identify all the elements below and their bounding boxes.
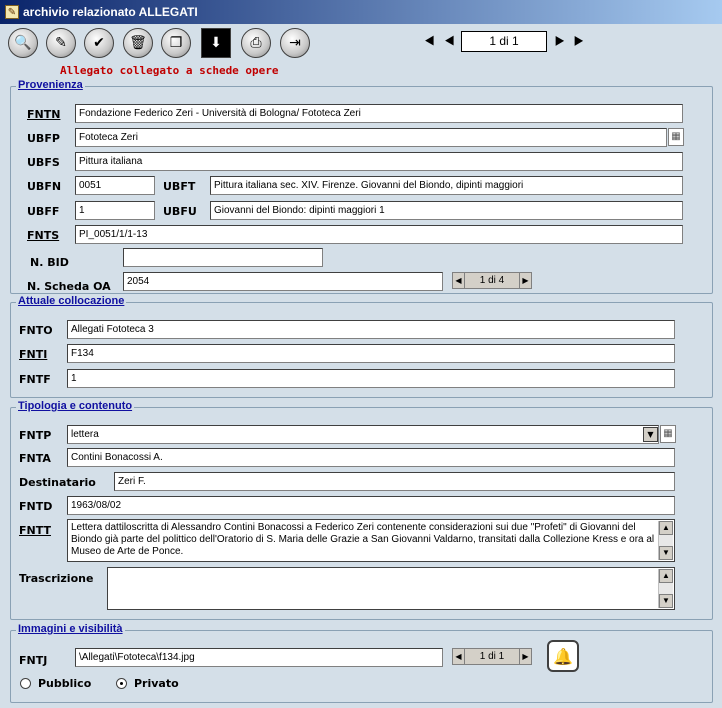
- image-viewer-button[interactable]: 🔔: [547, 640, 579, 672]
- pubblico-label: Pubblico: [38, 677, 92, 690]
- download-icon: ⬇: [210, 35, 222, 51]
- search-icon: 🔍: [14, 35, 32, 51]
- pencil-icon: ✎: [5, 5, 19, 19]
- fntp-select[interactable]: lettera: [67, 425, 659, 444]
- ubfu-field[interactable]: Giovanni del Biondo: dipinti maggiori 1: [210, 201, 683, 220]
- nbid-field[interactable]: [123, 248, 323, 267]
- trascrizione-scrollbar[interactable]: ▲ ▼: [658, 569, 673, 608]
- fntn-label[interactable]: FNTN: [27, 108, 60, 121]
- fnti-field[interactable]: F134: [67, 344, 675, 363]
- fntt-text: Lettera dattiloscritta di Alessandro Con…: [71, 522, 655, 557]
- pager-prev-icon[interactable]: ◀: [453, 649, 465, 664]
- chevron-down-icon[interactable]: ▼: [643, 427, 658, 442]
- fntn-field[interactable]: Fondazione Federico Zeri - Università di…: [75, 104, 683, 123]
- nscheda-field[interactable]: 2054: [123, 272, 443, 291]
- ubff-field[interactable]: 1: [75, 201, 155, 220]
- scroll-up-icon[interactable]: ▲: [659, 569, 673, 583]
- nbid-label: N. BID: [30, 256, 69, 269]
- immagini-title: Immagini e visibilità: [16, 623, 125, 635]
- ubfn-field[interactable]: 0051: [75, 176, 155, 195]
- scroll-up-icon[interactable]: ▲: [659, 521, 673, 535]
- ubfp-field[interactable]: Fototeca Zeri: [75, 128, 667, 147]
- destinatario-label: Destinatario: [19, 476, 96, 489]
- edit-icon: ✎: [55, 35, 67, 51]
- privato-label: Privato: [134, 677, 179, 690]
- fnto-field[interactable]: Allegati Fototeca 3: [67, 320, 675, 339]
- prev-record-button[interactable]: ⯇: [440, 32, 460, 52]
- ubfs-label: UBFS: [27, 156, 60, 169]
- fnta-field[interactable]: Contini Bonacossi A.: [67, 448, 675, 467]
- ubfn-label: UBFN: [27, 180, 62, 193]
- delete-icon: 🗑: [129, 35, 147, 51]
- search-button[interactable]: 🔍: [8, 28, 38, 58]
- last-record-button[interactable]: ⯈: [568, 32, 588, 52]
- ubft-field[interactable]: Pittura italiana sec. XIV. Firenze. Giov…: [210, 176, 683, 195]
- privato-radio[interactable]: [116, 678, 127, 689]
- window-title: archivio relazionato ALLEGATI: [23, 5, 198, 19]
- fntt-textarea[interactable]: Lettera dattiloscritta di Alessandro Con…: [67, 519, 675, 562]
- toolbar: 🔍 ✎ ✔ 🗑 ❐ ⬇ ⎙ ⇥ ⯇ ⯇ ⯈ ⯈: [0, 24, 722, 64]
- exit-button[interactable]: ⇥: [280, 28, 310, 58]
- fntp-label: FNTP: [19, 429, 52, 442]
- fntp-lookup-icon[interactable]: ▦: [660, 425, 676, 443]
- approve-icon: ✔: [93, 35, 105, 51]
- ubfp-label: UBFP: [27, 132, 60, 145]
- copy-button[interactable]: ❐: [161, 28, 191, 58]
- pubblico-radio[interactable]: [20, 678, 31, 689]
- edit-button[interactable]: ✎: [46, 28, 76, 58]
- download-button[interactable]: ⬇: [201, 28, 231, 58]
- bell-icon: 🔔: [553, 646, 573, 666]
- exit-icon: ⇥: [289, 35, 301, 51]
- subtitle: Allegato collegato a schede opere: [60, 64, 279, 77]
- pager-next-icon[interactable]: ▶: [519, 649, 531, 664]
- tipologia-title: Tipologia e contenuto: [16, 400, 135, 412]
- fnto-label: FNTO: [19, 324, 53, 337]
- ubfs-field[interactable]: Pittura italiana: [75, 152, 683, 171]
- print-icon: ⎙: [250, 35, 262, 51]
- title-bar: ✎ archivio relazionato ALLEGATI: [0, 0, 722, 24]
- fntj-pager-value: 1 di 1: [479, 651, 505, 662]
- approve-button[interactable]: ✔: [84, 28, 114, 58]
- fnti-label[interactable]: FNTI: [19, 348, 47, 361]
- ubfu-label: UBFU: [163, 205, 197, 218]
- record-counter: 1 di 1: [461, 31, 547, 52]
- provenienza-title: Provenienza: [16, 79, 85, 91]
- fntd-field[interactable]: 1963/08/02: [67, 496, 675, 515]
- nscheda-label: N. Scheda OA: [27, 280, 111, 293]
- delete-button[interactable]: 🗑: [123, 28, 153, 58]
- fntj-pager: ◀ 1 di 1 ▶: [452, 648, 532, 665]
- fnts-field[interactable]: PI_0051/1/1-13: [75, 225, 683, 244]
- fntt-scrollbar[interactable]: ▲ ▼: [658, 521, 673, 560]
- destinatario-field[interactable]: Zeri F.: [114, 472, 675, 491]
- fntj-field[interactable]: \Allegati\Fototeca\f134.jpg: [75, 648, 443, 667]
- trascrizione-label: Trascrizione: [19, 572, 94, 585]
- trascrizione-textarea[interactable]: ▲ ▼: [107, 567, 675, 610]
- fntt-label[interactable]: FNTT: [19, 524, 51, 537]
- pager-prev-icon[interactable]: ◀: [453, 273, 465, 288]
- copy-icon: ❐: [169, 35, 183, 51]
- fntj-label: FNTJ: [19, 654, 48, 667]
- ubft-label: UBFT: [163, 180, 196, 193]
- fnts-label[interactable]: FNTS: [27, 229, 59, 242]
- scroll-down-icon[interactable]: ▼: [659, 594, 673, 608]
- pager-next-icon[interactable]: ▶: [519, 273, 531, 288]
- fntf-label: FNTF: [19, 373, 51, 386]
- fnta-label: FNTA: [19, 452, 51, 465]
- scroll-down-icon[interactable]: ▼: [659, 546, 673, 560]
- fntd-label: FNTD: [19, 500, 53, 513]
- first-record-button[interactable]: ⯇: [420, 32, 440, 52]
- next-record-button[interactable]: ⯈: [549, 32, 569, 52]
- nscheda-pager: ◀ 1 di 4 ▶: [452, 272, 532, 289]
- nscheda-pager-value: 1 di 4: [479, 275, 505, 286]
- ubff-label: UBFF: [27, 205, 60, 218]
- print-button[interactable]: ⎙: [241, 28, 271, 58]
- fntf-field[interactable]: 1: [67, 369, 675, 388]
- collocazione-title: Attuale collocazione: [16, 295, 127, 307]
- ubfp-lookup-icon[interactable]: ▦: [668, 128, 684, 146]
